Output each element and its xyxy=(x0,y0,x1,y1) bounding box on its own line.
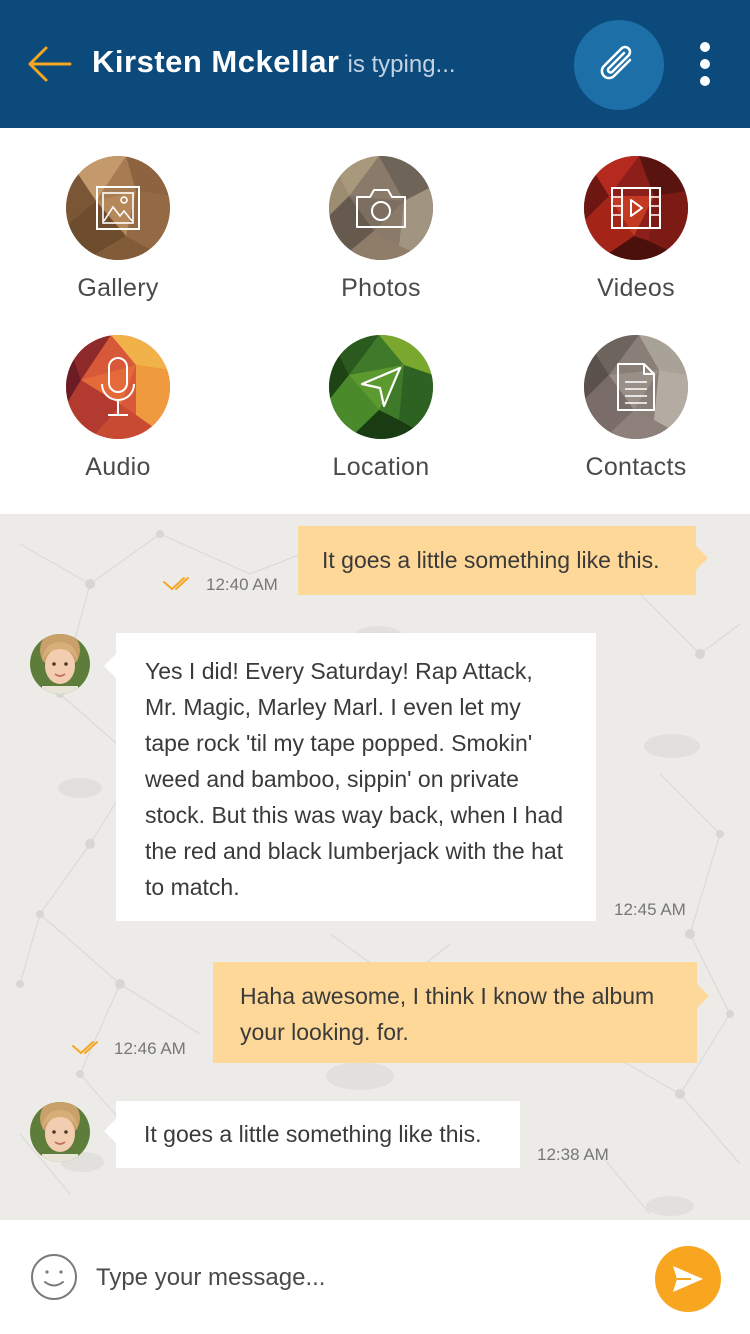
microphone-icon xyxy=(101,357,135,416)
attach-option-label: Videos xyxy=(597,274,675,302)
message-composer xyxy=(0,1220,750,1334)
message-time: 12:45 AM xyxy=(614,900,686,919)
send-icon xyxy=(673,1266,703,1292)
send-button[interactable] xyxy=(655,1246,721,1312)
camera-icon xyxy=(356,189,406,228)
film-icon xyxy=(611,187,661,229)
message-bubble-outgoing[interactable]: Haha awesome, I think I know the album y… xyxy=(213,962,697,1063)
emoji-button[interactable] xyxy=(30,1253,78,1301)
attach-option-videos[interactable]: Videos xyxy=(536,156,736,303)
paperclip-icon xyxy=(600,45,632,80)
message-bubble-incoming[interactable]: Yes I did! Every Saturday! Rap Attack, M… xyxy=(116,633,596,921)
more-options-button[interactable] xyxy=(690,38,720,90)
double-check-icon xyxy=(72,1041,98,1054)
message-time: 12:40 AM xyxy=(206,575,278,594)
attachment-panel: Gallery Photos Videos Audio Location Con… xyxy=(0,128,750,514)
chat-header: Kirsten Mckellar is typing... xyxy=(0,0,750,128)
attach-option-label: Gallery xyxy=(77,274,159,302)
attach-option-label: Audio xyxy=(85,453,151,481)
attach-option-photos[interactable]: Photos xyxy=(281,156,481,303)
attach-option-label: Location xyxy=(332,453,430,481)
avatar[interactable] xyxy=(30,1102,90,1162)
document-icon xyxy=(617,363,655,411)
attach-option-location[interactable]: Location xyxy=(281,335,481,482)
message-text: Yes I did! Every Saturday! Rap Attack, M… xyxy=(145,658,564,900)
smiley-icon xyxy=(31,1254,77,1300)
message-time: 12:38 AM xyxy=(537,1145,609,1164)
message-bubble-incoming[interactable]: It goes a little something like this. xyxy=(116,1101,520,1168)
avatar-image xyxy=(30,634,90,694)
chat-title[interactable]: Kirsten Mckellar is typing... xyxy=(92,44,456,80)
arrow-left-icon xyxy=(28,46,72,82)
gallery-icon xyxy=(96,186,140,230)
message-input[interactable] xyxy=(96,1256,636,1300)
more-vertical-icon xyxy=(700,42,710,52)
typing-status: is typing... xyxy=(347,51,456,78)
attach-option-contacts[interactable]: Contacts xyxy=(536,335,736,482)
message-text: Haha awesome, I think I know the album y… xyxy=(240,983,655,1045)
back-button[interactable] xyxy=(24,40,76,88)
avatar[interactable] xyxy=(30,634,90,694)
attach-option-label: Contacts xyxy=(585,453,687,481)
message-time: 12:46 AM xyxy=(114,1039,186,1058)
contact-name: Kirsten Mckellar xyxy=(92,44,340,79)
double-check-icon xyxy=(163,577,189,590)
attach-option-label: Photos xyxy=(341,274,421,302)
message-text: It goes a little something like this. xyxy=(144,1121,482,1147)
message-list[interactable]: It goes a little something like this. 12… xyxy=(0,514,750,1220)
attach-option-gallery[interactable]: Gallery xyxy=(18,156,218,303)
message-bubble-outgoing[interactable]: It goes a little something like this. xyxy=(298,526,696,595)
avatar-image xyxy=(30,1102,90,1162)
message-text: It goes a little something like this. xyxy=(322,547,660,573)
attach-button[interactable] xyxy=(574,20,664,110)
navigation-icon xyxy=(360,366,402,408)
attach-option-audio[interactable]: Audio xyxy=(18,335,218,482)
